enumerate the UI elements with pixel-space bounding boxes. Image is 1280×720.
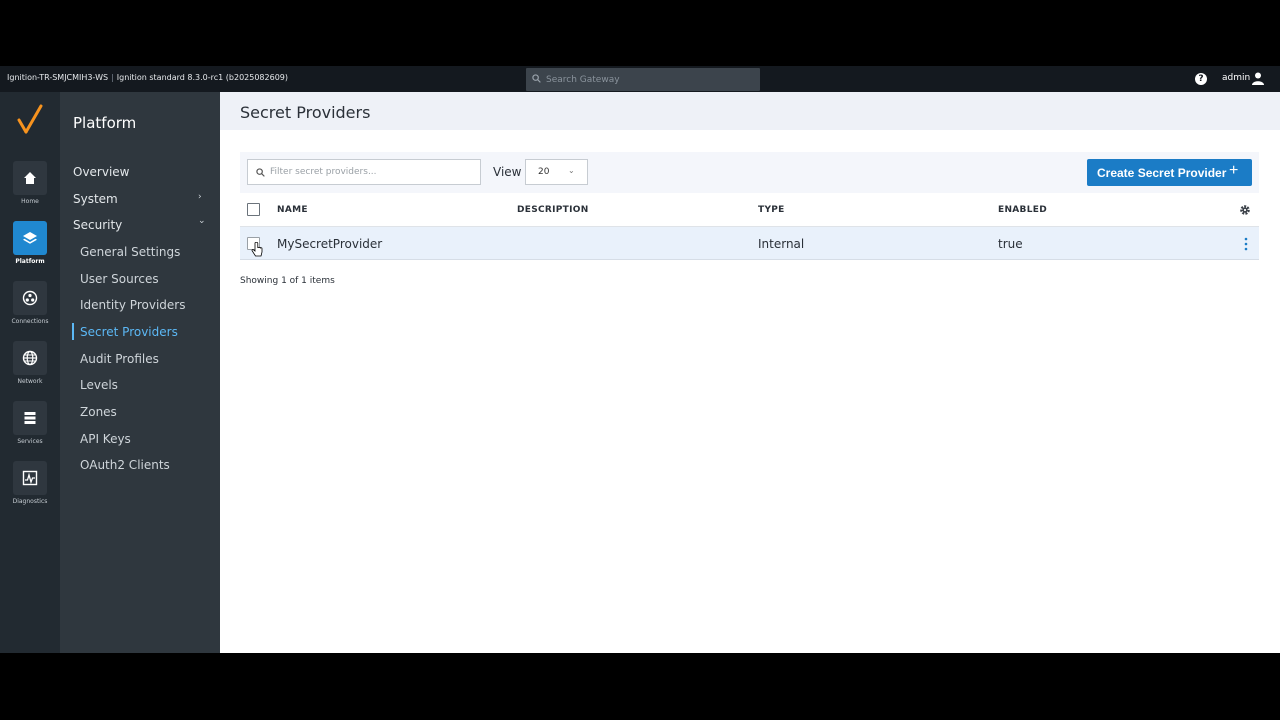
sidenav-title: Platform (73, 114, 137, 132)
rail-network[interactable]: Network (0, 341, 60, 393)
gateway-search[interactable] (526, 68, 760, 91)
create-button-label: Create Secret Provider (1097, 166, 1227, 180)
select-all-checkbox[interactable] (247, 203, 260, 216)
more-options-icon[interactable] (1244, 237, 1248, 251)
user-icon[interactable] (1252, 72, 1264, 85)
rail-home[interactable]: Home (0, 161, 60, 213)
search-icon (256, 168, 265, 177)
sidenav-item-audit-profiles[interactable]: Audit Profiles (80, 352, 159, 366)
sidenav-item-zones[interactable]: Zones (80, 405, 117, 419)
home-icon (24, 172, 36, 184)
filter-box[interactable] (247, 159, 481, 185)
rail-label: Platform (15, 258, 45, 265)
column-header-name[interactable]: NAME (277, 205, 308, 215)
column-header-type[interactable]: TYPE (758, 205, 785, 215)
view-label: View (493, 165, 522, 179)
top-bar: Ignition-TR-SMJCMIH3-WS | Ignition standar… (0, 66, 1280, 92)
table-toolbar: View 20 ⌄ Create Secret Provider + (240, 152, 1259, 193)
sidenav-item-overview[interactable]: Overview (73, 165, 130, 179)
sidenav-item-secret-providers[interactable]: Secret Providers (80, 325, 178, 339)
page-title: Secret Providers (240, 103, 371, 122)
chevron-down-icon[interactable]: ⌄ (198, 216, 206, 226)
rail-services[interactable]: Services (0, 401, 60, 453)
cell-type: Internal (758, 237, 805, 251)
plus-icon: + (1229, 162, 1239, 179)
page-header: Secret Providers (220, 92, 1280, 130)
cell-name[interactable]: MySecretProvider (277, 237, 382, 251)
rail-diagnostics[interactable]: Diagnostics (0, 461, 60, 513)
sidenav-item-api-keys[interactable]: API Keys (80, 432, 131, 446)
icon-rail: Home Platform Connections Network Servic (0, 92, 60, 653)
table-header: NAME DESCRIPTION TYPE ENABLED (240, 193, 1259, 227)
sidenav-item-system[interactable]: System (73, 192, 118, 206)
hand-cursor-icon (251, 242, 263, 257)
gateway-name: Ignition-TR-SMJCMIH3-WS (7, 73, 109, 82)
rail-platform[interactable]: Platform (0, 221, 60, 273)
column-header-description[interactable]: DESCRIPTION (517, 205, 589, 215)
main-content: Secret Providers View 20 ⌄ Create Secret… (220, 92, 1280, 653)
rail-label: Home (21, 198, 39, 205)
rail-label: Connections (11, 318, 49, 325)
pagination-status: Showing 1 of 1 items (240, 276, 335, 286)
diagnostics-icon (22, 470, 38, 486)
create-secret-provider-button[interactable]: Create Secret Provider + (1087, 159, 1252, 186)
table-row[interactable]: MySecretProvider Internal true (240, 227, 1259, 260)
chevron-down-icon: ⌄ (568, 166, 575, 175)
user-name[interactable]: admin (1222, 73, 1250, 83)
gear-icon[interactable] (1239, 204, 1251, 216)
rail-label: Services (17, 438, 43, 445)
platform-sidenav: Platform Overview System › Security ⌄ Ge… (60, 92, 220, 653)
rail-connections[interactable]: Connections (0, 281, 60, 333)
connections-icon (22, 290, 38, 306)
app-window: Ignition-TR-SMJCMIH3-WS | Ignition standar… (0, 66, 1280, 653)
ignition-logo[interactable] (16, 104, 44, 138)
filter-input[interactable] (270, 165, 470, 179)
sidenav-item-levels[interactable]: Levels (80, 378, 118, 392)
gateway-info: Ignition-TR-SMJCMIH3-WS | Ignition standar… (7, 73, 288, 82)
rail-label: Network (17, 378, 43, 385)
services-icon (24, 412, 36, 424)
help-icon[interactable]: ? (1195, 73, 1207, 85)
globe-icon (22, 350, 38, 366)
sidenav-item-oauth2-clients[interactable]: OAuth2 Clients (80, 458, 170, 472)
layers-icon (23, 232, 37, 244)
page-size-select[interactable]: 20 ⌄ (525, 159, 588, 185)
column-header-enabled[interactable]: ENABLED (998, 205, 1047, 215)
gateway-version: Ignition standard 8.3.0-rc1 (b2025082609… (116, 73, 288, 82)
search-icon (532, 74, 541, 83)
sidenav-item-identity-providers[interactable]: Identity Providers (80, 298, 185, 312)
sidenav-item-security[interactable]: Security (73, 218, 122, 232)
chevron-right-icon[interactable]: › (198, 192, 202, 202)
rail-label: Diagnostics (12, 498, 48, 505)
active-indicator (72, 323, 74, 340)
page-size-value: 20 (538, 167, 550, 177)
search-input[interactable] (546, 72, 746, 87)
sidenav-item-user-sources[interactable]: User Sources (80, 272, 159, 286)
cell-enabled: true (998, 237, 1023, 251)
sidenav-item-general-settings[interactable]: General Settings (80, 245, 180, 259)
